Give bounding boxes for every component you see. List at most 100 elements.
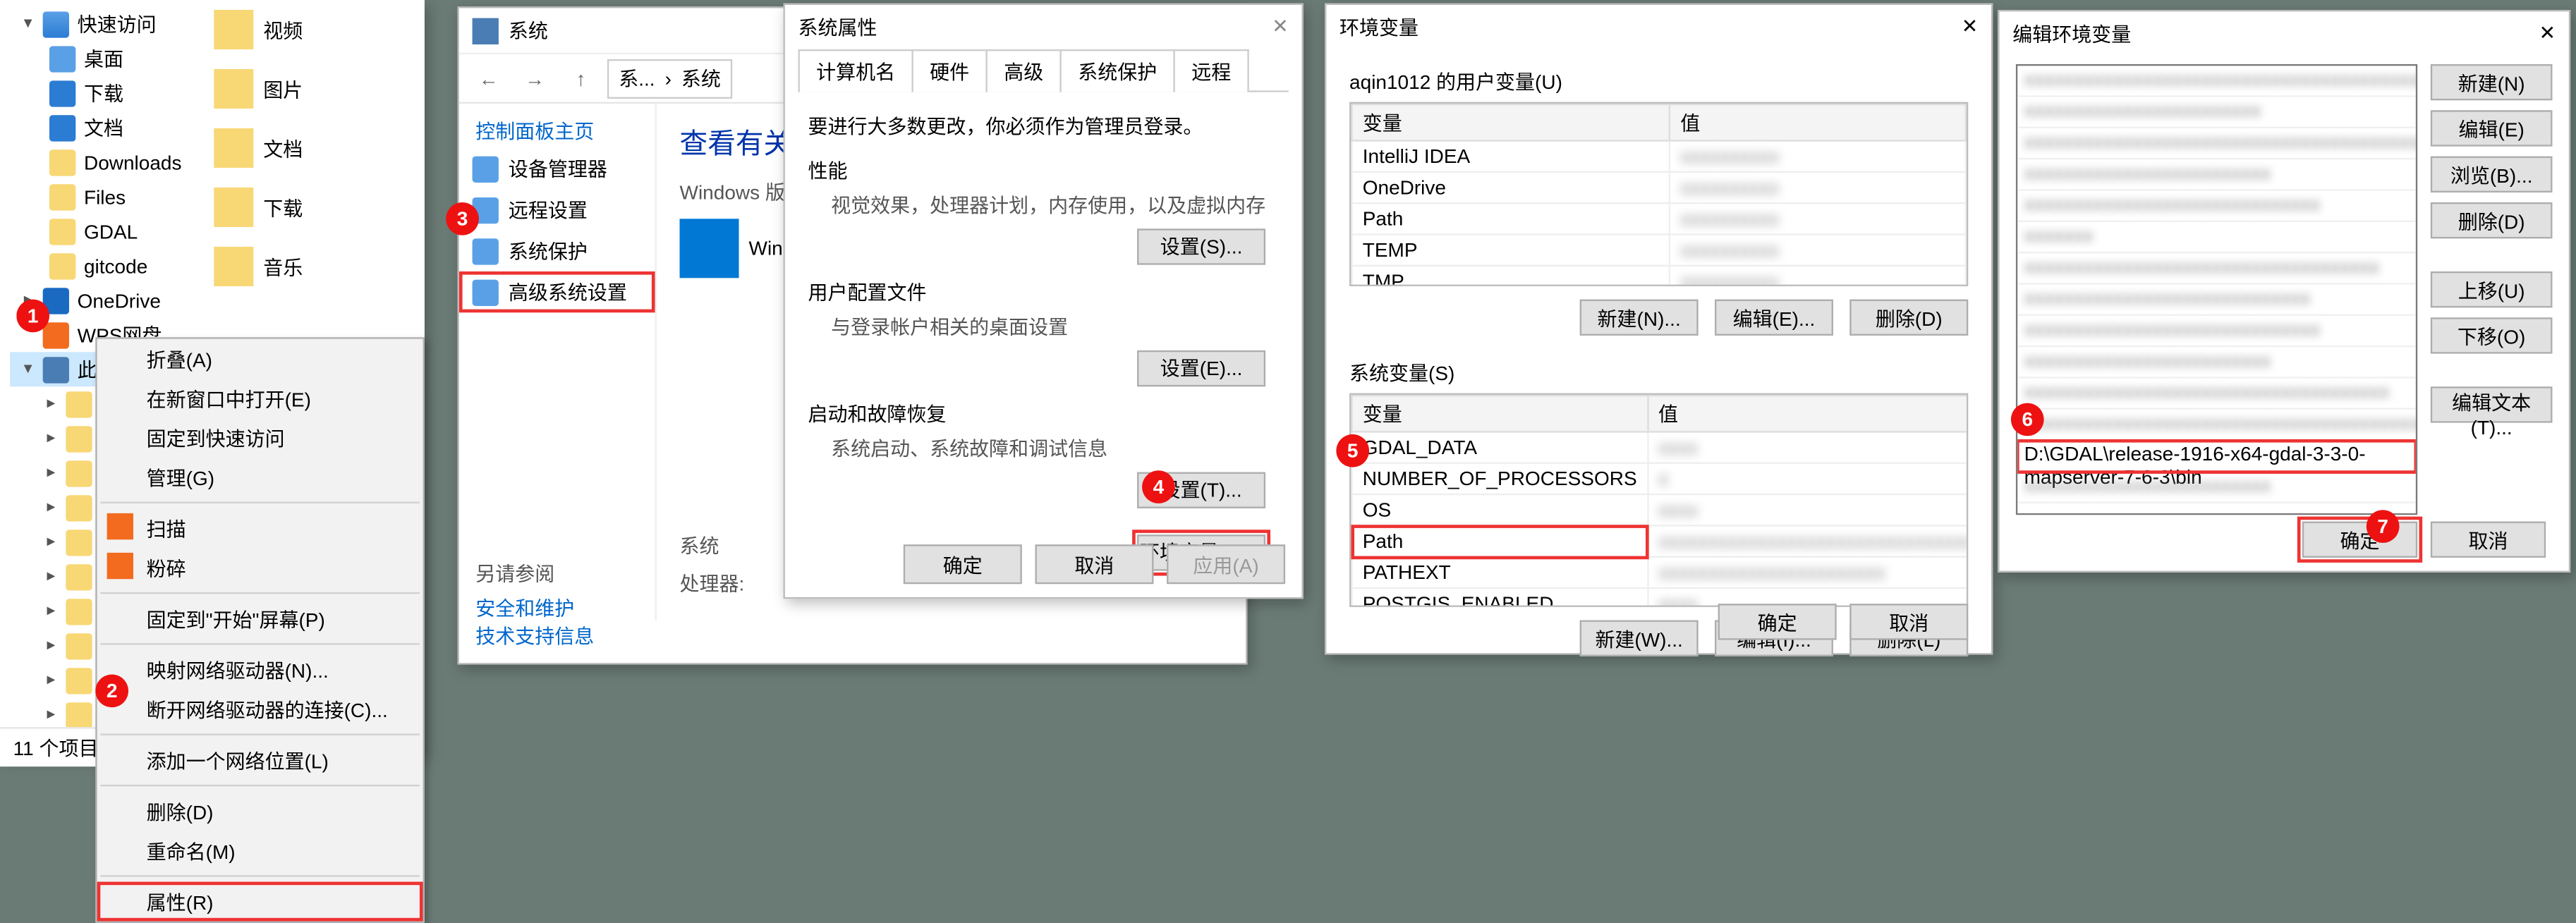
cancel-button[interactable]: 取消	[1035, 544, 1153, 584]
table-row[interactable]: Pathxxxxxxxxxxxxxxxxxxxxxxxxxxxxxxxx	[1352, 525, 1969, 556]
tile-downloads[interactable]: 下载	[207, 178, 425, 237]
edit-environment-variable-dialog: 编辑环境变量✕ xxxxxxxxxxxxxxxxxxxxxxxxxxxxxxxx…	[1998, 10, 2570, 573]
list-item[interactable]: xxxxxxxxxxxxxxxxxxxxxxxxx	[2017, 347, 2416, 378]
edit-text-button[interactable]: 编辑文本(T)...	[2431, 386, 2553, 422]
menu-manage[interactable]: 管理(G)	[97, 458, 423, 497]
crumb[interactable]: 系统	[681, 64, 721, 92]
move-up-button[interactable]: 上移(U)	[2431, 271, 2553, 307]
window-title: 系统	[509, 16, 548, 44]
link-remote[interactable]: 远程设置	[459, 189, 655, 230]
list-item[interactable]: xxxxxxxxxxxxxxxxxxxxxxxxxxxxxxxxxxxxxxxx…	[2017, 128, 2416, 159]
col-value[interactable]: 值	[1670, 104, 1966, 140]
table-row[interactable]: TMPxxxxxxxxxx	[1352, 266, 1966, 286]
menu-open-new[interactable]: 在新窗口中打开(E)	[97, 379, 423, 418]
new-user-var-button[interactable]: 新建(N)...	[1580, 300, 1699, 336]
close-icon[interactable]: ✕	[1962, 15, 1978, 38]
table-row[interactable]: PATHEXTxxxxxxxxxxxxxxxxxxxxxxx	[1352, 557, 1969, 588]
folder-icon	[66, 702, 92, 728]
col-variable[interactable]: 变量	[1352, 396, 1648, 432]
tab-computer-name[interactable]: 计算机名	[798, 49, 913, 92]
menu-properties[interactable]: 属性(R)	[97, 881, 423, 921]
label: 扫描	[147, 514, 186, 542]
menu-pin-quick[interactable]: 固定到快速访问	[97, 418, 423, 458]
table-row[interactable]: OneDrivexxxxxxxxxx	[1352, 172, 1966, 203]
list-item[interactable]: xxxxxxxxxxxxxxxxxxxxxxxx	[2017, 97, 2416, 128]
label: 视频	[263, 16, 303, 44]
titlebar[interactable]: 编辑环境变量✕	[2000, 11, 2569, 54]
up-button[interactable]: ↑	[561, 59, 601, 98]
browse-button[interactable]: 浏览(B)...	[2431, 157, 2553, 192]
cp-home-link[interactable]: 控制面板主页	[459, 114, 655, 148]
forward-button[interactable]: →	[515, 59, 554, 98]
edit-button[interactable]: 编辑(E)	[2431, 110, 2553, 146]
user-vars-table[interactable]: 变量值 IntelliJ IDEAxxxxxxxxxx OneDrivexxxx…	[1349, 102, 1968, 286]
tile-videos[interactable]: 视频	[207, 0, 425, 59]
link-device-manager[interactable]: 设备管理器	[459, 148, 655, 189]
list-item-selected[interactable]: D:\GDAL\release-1916-x64-gdal-3-3-0-maps…	[2017, 441, 2416, 472]
back-button[interactable]: ←	[469, 59, 509, 98]
folder-icon	[214, 128, 253, 168]
menu-pin-start[interactable]: 固定到"开始"屏幕(P)	[97, 599, 423, 638]
table-row[interactable]: TEMPxxxxxxxxxx	[1352, 234, 1966, 265]
titlebar[interactable]: 系统属性✕	[785, 5, 1302, 48]
menu-add-location[interactable]: 添加一个网络位置(L)	[97, 740, 423, 780]
menu-delete[interactable]: 删除(D)	[97, 791, 423, 831]
cancel-button[interactable]: 取消	[1849, 604, 1968, 640]
new-sys-var-button[interactable]: 新建(W)...	[1580, 621, 1699, 656]
list-item[interactable]: xxxxxxxxxxxxxxxxxxxxxxxxxxxxxxxxxxxx	[2017, 253, 2416, 284]
table-row[interactable]: NUMBER_OF_PROCESSORSx	[1352, 463, 1969, 494]
system-vars-table[interactable]: 变量值 GDAL_DATAxxxx NUMBER_OF_PROCESSORSx …	[1349, 393, 1968, 607]
list-item[interactable]: xxxxxxxxxxxxxxxxxxxxxxxxx	[2017, 159, 2416, 190]
path-list[interactable]: xxxxxxxxxxxxxxxxxxxxxxxxxxxxxxxxxxxxxxxx…	[2016, 64, 2417, 515]
table-row[interactable]: GDAL_DATAxxxx	[1352, 432, 1969, 463]
ok-button[interactable]: 确定	[1718, 604, 1837, 640]
col-value[interactable]: 值	[1648, 396, 1968, 432]
tab-remote[interactable]: 远程	[1174, 49, 1249, 92]
ok-button[interactable]: 确定	[904, 544, 1022, 584]
apply-button[interactable]: 应用(A)	[1167, 544, 1285, 584]
delete-button[interactable]: 删除(D)	[2431, 202, 2553, 238]
menu-disconnect[interactable]: 断开网络驱动器的连接(C)...	[97, 690, 423, 729]
link-security[interactable]: 安全和维护	[475, 597, 574, 621]
breadcrumb[interactable]: 系...› 系统	[607, 59, 732, 98]
group-desc: 与登录帐户相关的桌面设置	[831, 312, 1279, 341]
ok-button[interactable]: 确定	[2302, 522, 2417, 558]
menu-rename[interactable]: 重命名(M)	[97, 831, 423, 870]
list-item[interactable]: xxxxxxxxxxxxxxxxxxxxxxxxxxxxx	[2017, 285, 2416, 316]
table-row[interactable]: OSxxxx	[1352, 494, 1969, 525]
move-down-button[interactable]: 下移(O)	[2431, 317, 2553, 353]
cancel-button[interactable]: 取消	[2431, 522, 2546, 558]
list-item[interactable]: xxxxxxx	[2017, 222, 2416, 253]
perf-settings-button[interactable]: 设置(S)...	[1137, 228, 1265, 264]
delete-user-var-button[interactable]: 删除(D)	[1849, 300, 1968, 336]
close-icon[interactable]: ✕	[2539, 21, 2556, 44]
menu-collapse[interactable]: 折叠(A)	[97, 339, 423, 379]
list-item[interactable]: xxxxxxxxxxxxxxxxxxxxxxxxxxxxxx	[2017, 191, 2416, 222]
table-row[interactable]: Pathxxxxxxxxxx	[1352, 203, 1966, 234]
list-item[interactable]: xxxxxxxxxxxxxxxxxxxxxxxxx	[2017, 472, 2416, 503]
tab-hardware[interactable]: 硬件	[912, 49, 988, 92]
new-button[interactable]: 新建(N)	[2431, 64, 2553, 100]
list-item[interactable]: xxxxxxxxxxxxxxxxxxxxxxxxxxxxxxxxxxxxxxxx…	[2017, 66, 2416, 97]
list-item[interactable]: xxxxxxxxxxxxxxxxxxxxxxxxxxxxxxxxxxxxx	[2017, 379, 2416, 410]
profile-settings-button[interactable]: 设置(E)...	[1137, 350, 1265, 386]
tab-advanced[interactable]: 高级	[986, 49, 1062, 92]
list-item[interactable]: xxxxxxxxxxxxxxxxxxxxxxxxxxxxxxxxxxxxxxxx…	[2017, 410, 2416, 441]
tab-protect[interactable]: 系统保护	[1060, 49, 1175, 92]
menu-map-drive[interactable]: 映射网络驱动器(N)...	[97, 650, 423, 690]
menu-scan[interactable]: 扫描	[97, 508, 423, 548]
tile-pictures[interactable]: 图片	[207, 59, 425, 118]
titlebar[interactable]: 环境变量✕	[1326, 5, 1991, 48]
close-icon[interactable]: ✕	[1272, 15, 1288, 38]
edit-user-var-button[interactable]: 编辑(E)...	[1715, 300, 1833, 336]
menu-shred[interactable]: 粉碎	[97, 548, 423, 587]
tile-music[interactable]: 音乐	[207, 237, 425, 296]
link-protect[interactable]: 系统保护	[459, 231, 655, 271]
link-advanced-settings[interactable]: 高级系统设置	[459, 271, 655, 312]
link-tech-support[interactable]: 技术支持信息	[475, 625, 594, 649]
table-row[interactable]: IntelliJ IDEAxxxxxxxxxx	[1352, 140, 1966, 171]
col-variable[interactable]: 变量	[1352, 104, 1670, 140]
tile-docs[interactable]: 文档	[207, 118, 425, 178]
crumb[interactable]: 系...	[619, 64, 655, 92]
list-item[interactable]: xxxxxxxxxxxxxxxxxxxxxxxxxxxxxx	[2017, 316, 2416, 347]
